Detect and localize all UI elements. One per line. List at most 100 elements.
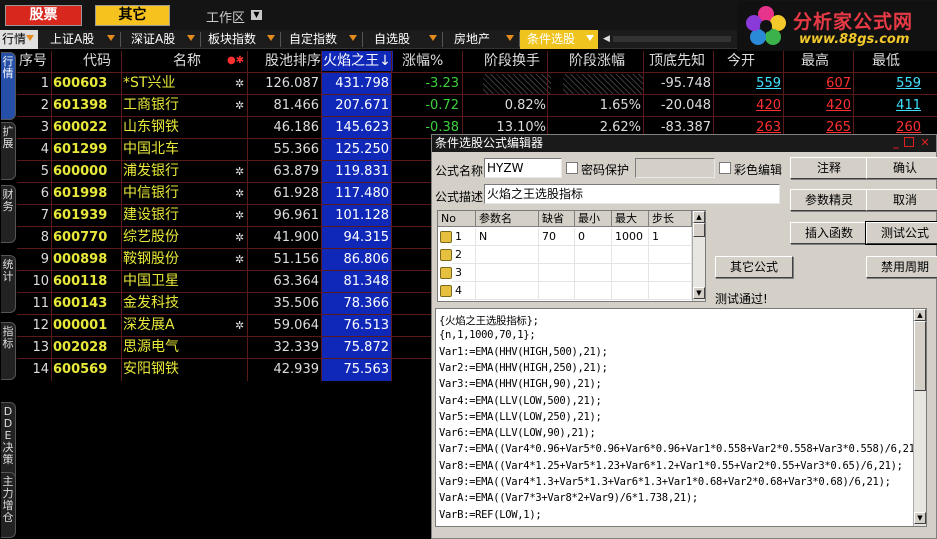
tab-custom-index[interactable]: 自定指数 (281, 30, 361, 49)
param-cell-step[interactable] (649, 282, 692, 300)
side-tab-stats[interactable]: 统计 (1, 255, 16, 313)
scroll-down-icon[interactable]: ▼ (914, 512, 926, 524)
confirm-button[interactable]: 确认 (866, 157, 937, 179)
maximize-icon[interactable] (904, 137, 914, 147)
col-header-top-bottom[interactable]: 顶底先知 (642, 51, 712, 71)
scroll-thumb[interactable] (693, 223, 705, 237)
workspace-dropdown-icon[interactable]: ▼ (251, 10, 262, 20)
cancel-button[interactable]: 取消 (866, 189, 937, 211)
password-input[interactable] (635, 158, 715, 178)
other-button[interactable]: 其它 (95, 5, 170, 26)
tab-sector-index[interactable]: 板块指数 (201, 30, 279, 49)
side-tab-indicator[interactable]: 指标 (1, 322, 16, 380)
param-cell-no[interactable]: 1 (452, 228, 476, 246)
tab-condition-select[interactable]: 条件选股 (520, 30, 598, 49)
param-cell-no[interactable]: 2 (452, 246, 476, 264)
param-cell-def[interactable]: 70 (539, 228, 575, 246)
tab-scrollbar[interactable] (613, 36, 731, 42)
tab-sz-a[interactable]: 深证A股 (121, 30, 199, 49)
cell-code: 600143 (53, 296, 108, 311)
code-scrollbar[interactable]: ▲ ▼ (913, 309, 926, 526)
tab-real-estate[interactable]: 房地产 (443, 30, 518, 49)
param-wizard-button[interactable]: 参数精灵 (790, 189, 868, 211)
scroll-up-icon[interactable]: ▲ (914, 309, 926, 321)
col-header-rise[interactable]: 阶段涨幅 (552, 51, 642, 71)
cell-pool: 55.366 (273, 142, 320, 157)
side-tab-quotes[interactable]: 行情 (1, 52, 16, 120)
cell-fire: 81.348 (343, 274, 390, 289)
param-cell-min[interactable] (575, 282, 612, 300)
cell-fire: 78.366 (343, 296, 390, 311)
col-header-turnover[interactable]: 阶段换手 (472, 51, 552, 71)
tab-scroll-left-icon[interactable]: ◀ (603, 31, 612, 47)
minimize-icon[interactable]: _ (890, 137, 902, 149)
param-cell-max[interactable]: 1000 (612, 228, 649, 246)
comment-button[interactable]: 注释 (790, 157, 868, 179)
formula-name-input[interactable]: HYZW (484, 158, 562, 178)
workspace-label[interactable]: 工作区 (206, 7, 245, 26)
col-header-fire[interactable]: 火焰之王↓ (321, 51, 393, 71)
formula-code-editor[interactable]: {火焰之王选股指标}; {n,1,1000,70,1}; Var1:=EMA(HHV… (435, 308, 927, 527)
scroll-down-icon[interactable]: ▼ (693, 287, 705, 299)
formula-desc-input[interactable]: 火焰之王选股指标 (484, 184, 780, 204)
password-checkbox[interactable] (566, 162, 578, 174)
col-header-open[interactable]: 今开 (727, 51, 755, 71)
cell-turn: 0.82% (504, 98, 546, 113)
cell-name: 金发科技 (123, 295, 179, 311)
col-header-low[interactable]: 最低 (872, 51, 900, 71)
tab-watchlist[interactable]: 自选股 (363, 30, 441, 49)
param-cell-step[interactable]: 1 (649, 228, 692, 246)
stock-button[interactable]: 股票 (5, 5, 82, 26)
param-cell-name[interactable]: N (476, 228, 539, 246)
insert-function-button[interactable]: 插入函数 (790, 222, 868, 244)
cell-code: 600118 (53, 274, 108, 289)
col-header-seq[interactable]: 序号 (19, 51, 47, 71)
param-cell-step[interactable] (649, 246, 692, 264)
param-cell-min[interactable]: 0 (575, 228, 612, 246)
param-cell-def[interactable] (539, 264, 575, 282)
param-cell-no[interactable]: 4 (452, 282, 476, 300)
tab-quotes[interactable]: 行情 (0, 30, 38, 49)
cell-code: 600569 (53, 362, 108, 377)
param-cell-name[interactable] (476, 282, 539, 300)
cell-seq: 5 (40, 164, 49, 179)
param-cell-max[interactable] (612, 246, 649, 264)
param-cell-max[interactable] (612, 282, 649, 300)
cell-fire: 86.806 (343, 252, 390, 267)
table-row[interactable]: 2 601398 工商银行 81.466 207.671 -0.72 0.82% 1.65% -… (17, 94, 937, 116)
side-tab-finance[interactable]: 财务 (1, 185, 16, 243)
side-tab-extend[interactable]: 扩展 (1, 122, 16, 180)
close-icon[interactable]: ✕ (919, 137, 931, 149)
col-header-chg[interactable]: 涨幅% (402, 51, 443, 71)
param-row-icon (440, 249, 452, 261)
chevron-down-icon (107, 35, 115, 41)
param-cell-def[interactable] (539, 282, 575, 300)
table-row[interactable]: 1 600603 *ST兴业 126.087 431.798 -3.23 -95.748 55… (17, 72, 937, 94)
star-filter-icon[interactable]: ●✱ (227, 51, 244, 71)
param-scrollbar[interactable]: ▲ ▼ (692, 211, 705, 301)
tab-sh-a[interactable]: 上证A股 (40, 30, 119, 49)
other-formula-button[interactable]: 其它公式 (715, 256, 793, 278)
color-edit-checkbox[interactable] (719, 162, 731, 174)
param-cell-def[interactable] (539, 246, 575, 264)
param-cell-name[interactable] (476, 246, 539, 264)
side-tab-main-force[interactable]: 主力增仓 (1, 472, 16, 538)
scroll-thumb[interactable] (914, 321, 926, 391)
param-cell-step[interactable] (649, 264, 692, 282)
tab-label: 上证A股 (50, 32, 95, 46)
col-header-pool[interactable]: 股池排序 (249, 51, 321, 71)
col-header-code[interactable]: 代码 (67, 51, 127, 71)
param-cell-no[interactable]: 3 (452, 264, 476, 282)
disable-cycle-button[interactable]: 禁用周期 (866, 256, 937, 278)
cell-seq: 8 (40, 230, 49, 245)
side-tab-dde[interactable]: DDE决策 (1, 402, 16, 482)
col-header-name[interactable]: 名称 (121, 51, 201, 71)
cell-seq: 13 (32, 340, 49, 355)
param-cell-min[interactable] (575, 246, 612, 264)
param-cell-name[interactable] (476, 264, 539, 282)
param-cell-min[interactable] (575, 264, 612, 282)
col-header-high[interactable]: 最高 (801, 51, 829, 71)
param-cell-max[interactable] (612, 264, 649, 282)
scroll-up-icon[interactable]: ▲ (693, 211, 705, 223)
test-formula-button[interactable]: 测试公式 (865, 221, 937, 245)
